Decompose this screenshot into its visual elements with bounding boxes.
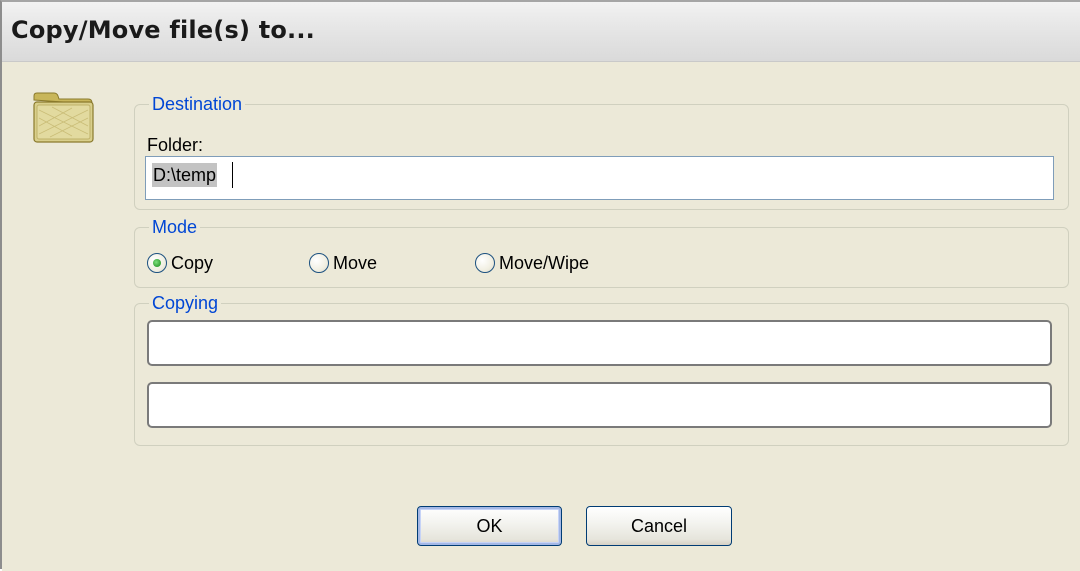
text-caret [232, 162, 233, 188]
radio-move-wipe[interactable]: Move/Wipe [475, 250, 589, 276]
mode-legend: Mode [149, 216, 201, 238]
destination-legend: Destination [149, 93, 246, 115]
radio-copy[interactable]: Copy [147, 250, 213, 276]
radio-move-wipe-label: Move/Wipe [499, 252, 590, 273]
radio-selected-dot [153, 259, 161, 267]
radio-move-wipe-circle [475, 253, 495, 273]
copying-progress-line-1 [147, 320, 1052, 366]
folder-input-value: D:\temp [152, 163, 218, 187]
ok-button[interactable]: OK [417, 506, 562, 546]
radio-move[interactable]: Move [309, 250, 377, 276]
title-bar[interactable]: Copy/Move file(s) to... [2, 2, 1080, 62]
dialog-title: Copy/Move file(s) to... [11, 16, 316, 44]
radio-move-label: Move [333, 252, 378, 273]
mode-group: Mode Copy Move Move/Wipe [134, 216, 1069, 288]
copy-move-dialog: Copy/Move file(s) to... Destination Fold… [0, 0, 1080, 571]
radio-copy-label: Copy [171, 252, 214, 273]
copying-group: Copying [134, 292, 1069, 446]
radio-copy-circle [147, 253, 167, 273]
copying-progress-line-2 [147, 382, 1052, 428]
dialog-body: Destination Folder: D:\temp Mode Copy Mo… [2, 62, 1080, 571]
cancel-button[interactable]: Cancel [586, 506, 732, 546]
folder-input[interactable]: D:\temp [145, 156, 1054, 200]
radio-move-circle [309, 253, 329, 273]
destination-group: Destination Folder: D:\temp [134, 93, 1069, 210]
copying-legend: Copying [149, 292, 222, 314]
folder-icon [33, 92, 94, 143]
folder-label: Folder: [147, 135, 204, 155]
